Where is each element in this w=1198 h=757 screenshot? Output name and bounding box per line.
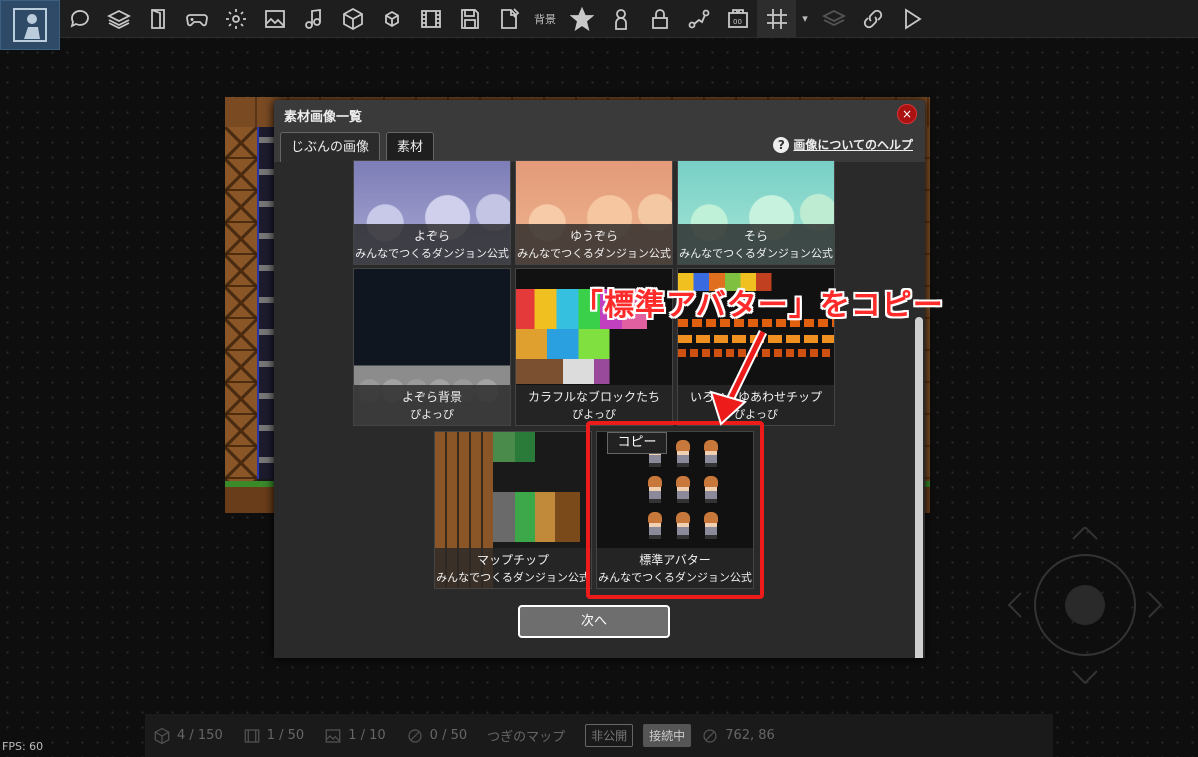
asset-author: みんなでつくるダンジョン公式 [436,571,590,584]
stat-maps: 1 / 50 [243,727,304,745]
small-cube-icon[interactable] [372,0,411,38]
map-spike-column [257,127,275,479]
film-icon[interactable] [411,0,450,38]
asset-caption: よぞら背景 ぴよっぴ [354,385,510,425]
export-icon[interactable] [489,0,528,38]
image-icon[interactable] [255,0,294,38]
play-icon[interactable] [892,0,931,38]
counter-icon[interactable]: 00 [718,0,757,38]
door-icon[interactable] [138,0,177,38]
asset-title: よぞら [413,229,450,243]
grid-icon[interactable] [757,0,796,38]
close-icon[interactable]: × [897,104,917,124]
asset-title: ゆうぞら [569,229,618,243]
asset-author: ぴよっぴ [410,408,454,421]
asset-caption: よぞら みんなでつくるダンジョン公式 [354,224,510,264]
asset-title: よぞら背景 [401,390,462,404]
asset-tile-sora[interactable]: そら みんなでつくるダンジョン公式 [677,160,835,265]
tab-my-images[interactable]: じぶんの画像 [280,132,381,162]
cursor-coords: 762, 86 [701,727,775,745]
image-icon [325,728,341,743]
asset-title: そら [743,229,768,243]
annotation-text: 「標準アバター」をコピー [573,288,944,323]
stat-images: 1 / 10 [324,727,386,745]
fps-counter: FPS: 60 [2,740,44,753]
scrollbar[interactable] [915,317,923,658]
asset-author: みんなでつくるダンジョン公式 [679,247,833,260]
stat-value: 0 / 50 [429,728,468,743]
next-map-label[interactable]: つぎのマップ [487,726,565,745]
asset-caption: ゆうぞら みんなでつくるダンジョン公式 [516,224,672,264]
asset-tile-yuuzora[interactable]: ゆうぞら みんなでつくるダンジョン公式 [515,160,673,265]
no-entry-icon [703,728,717,743]
dialog-title: 素材画像一覧 [284,110,363,125]
asset-title: カラフルなブロックたち [527,390,660,404]
asset-caption: マップチップ みんなでつくるダンジョン公式 [435,548,591,588]
stat-objects: 4 / 150 [153,727,223,745]
stat-value: 1 / 50 [266,728,305,743]
asset-tile-yozora-bg[interactable]: よぞら背景 ぴよっぴ [353,268,511,426]
route-icon[interactable] [679,0,718,38]
stat-sounds: 0 / 50 [406,727,467,745]
svg-text:00: 00 [733,18,742,26]
asset-tile-yozora[interactable]: よぞら みんなでつくるダンジョン公式 [353,160,511,265]
stat-value: 4 / 150 [177,728,223,743]
stat-value: つぎのマップ [487,730,566,745]
cube-icon [154,727,170,744]
asset-author: みんなでつくるダンジョン公式 [355,247,509,260]
connected-badge: 接続中 [643,724,692,747]
cube-icon[interactable] [333,0,372,38]
gear-icon[interactable] [216,0,255,38]
asset-title: マップチップ [476,553,549,567]
help-icon: ? [773,136,790,153]
status-bar: 4 / 150 1 / 50 1 / 10 0 / 50 つぎのマップ 非公開 … [145,714,1053,757]
coords-value: 762, 86 [725,728,775,743]
map-crate-column [225,127,257,487]
background-button[interactable]: 背景 [528,11,562,27]
virtual-joystick[interactable] [1005,527,1165,687]
stat-value: 1 / 10 [348,728,386,743]
layers-disabled-icon [814,0,853,38]
link-icon[interactable] [853,0,892,38]
puzzle-person-icon[interactable] [0,0,60,50]
next-button[interactable]: 次へ [518,605,670,638]
asset-caption: そら みんなでつくるダンジョン公式 [678,224,834,264]
gamepad-icon[interactable] [177,0,216,38]
no-entry-icon [408,728,422,743]
layers-icon[interactable] [99,0,138,38]
music-note-icon[interactable] [294,0,333,38]
save-icon[interactable] [450,0,489,38]
asset-caption: カラフルなブロックたち ぴよっぴ [516,385,672,425]
grid-dropdown[interactable]: ▾ [796,12,814,25]
star-icon[interactable] [562,0,601,38]
annotation-arrow-icon [709,330,768,426]
help-link-text[interactable]: 画像についてのヘルプ [793,136,913,153]
tab-assets[interactable]: 素材 [386,132,435,162]
person-icon[interactable] [601,0,640,38]
help-link[interactable]: ? 画像についてのヘルプ [773,136,913,153]
highlight-box [586,421,764,599]
toolbar: 背景 00 ▾ [0,0,1198,50]
asset-author: ぴよっぴ [572,408,616,421]
speech-bubble-icon[interactable] [60,0,99,38]
private-badge: 非公開 [585,724,634,747]
asset-author: みんなでつくるダンジョン公式 [517,247,671,260]
asset-tile-mapchip[interactable]: マップチップ みんなでつくるダンジョン公式 [434,431,592,589]
lock-icon[interactable] [640,0,679,38]
film-icon [244,728,260,743]
